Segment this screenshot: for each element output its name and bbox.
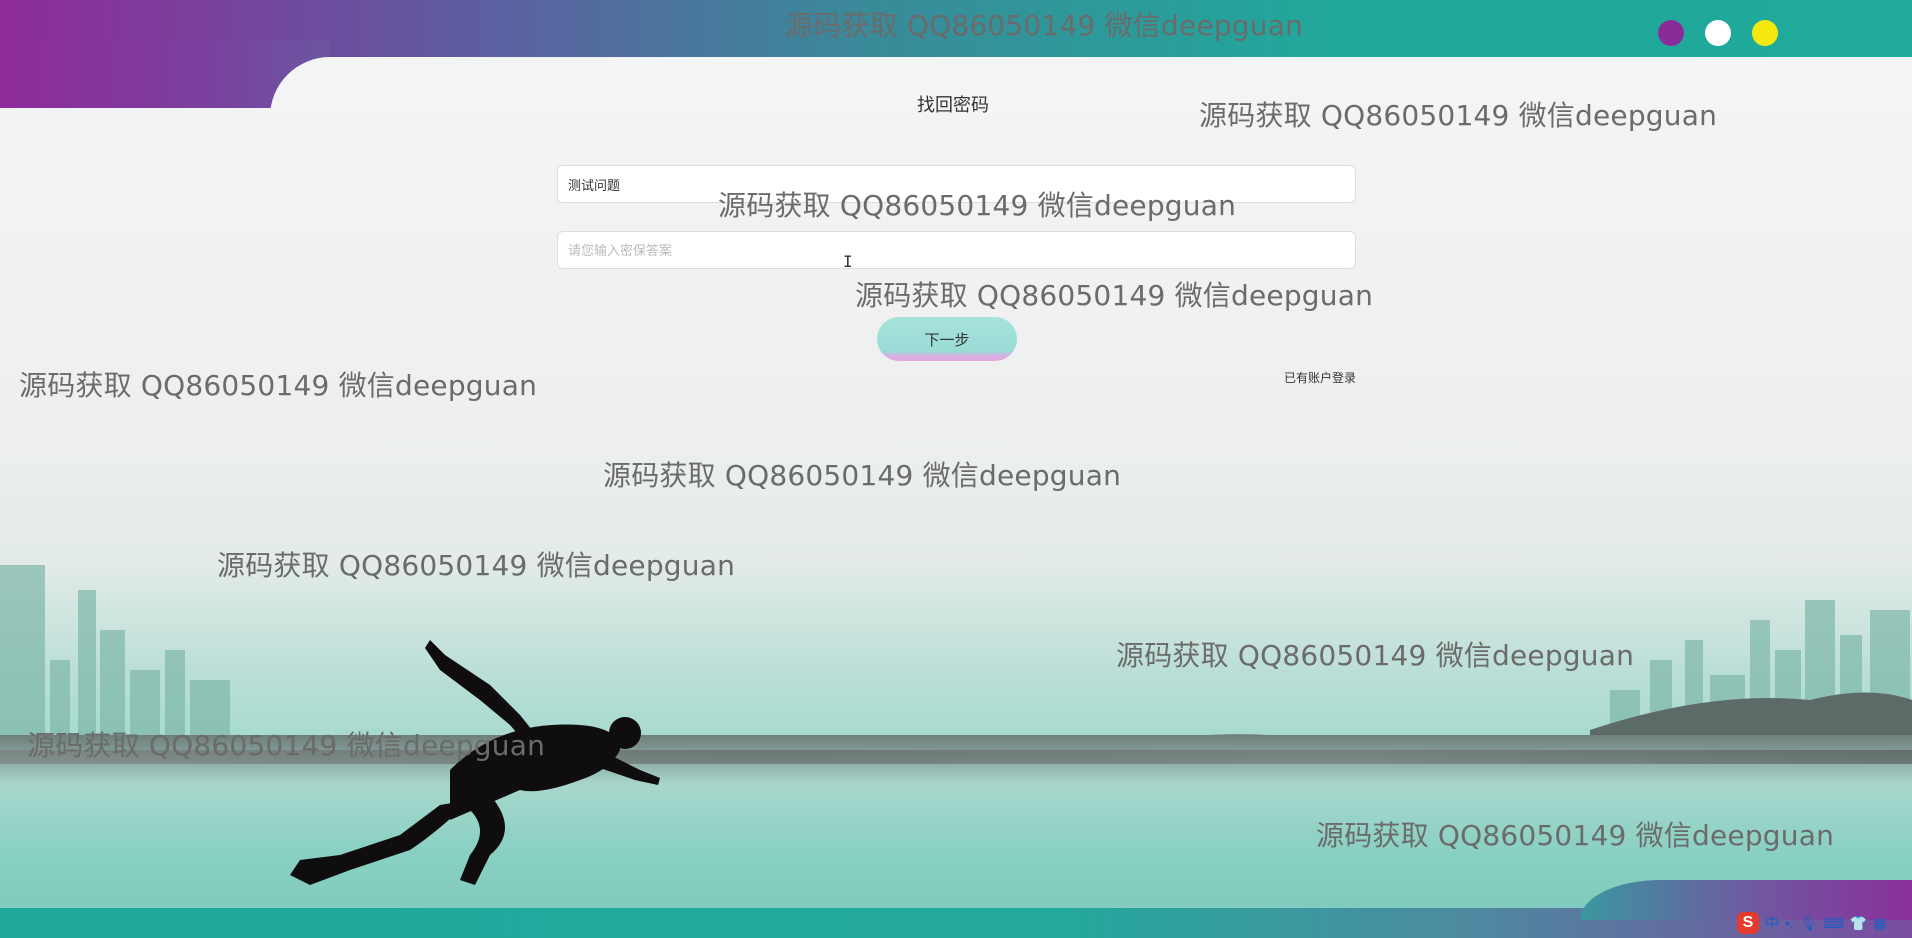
keyboard-icon[interactable]: ⌨: [1824, 915, 1844, 932]
ime-language-toggle[interactable]: 中: [1765, 913, 1779, 933]
login-page: 找回密码 I 下一步 已有账户登录 源码获取 QQ86050149 微信deep…: [0, 0, 1912, 938]
page-title: 找回密码: [917, 95, 989, 115]
shoreline: [0, 750, 1912, 764]
ime-logo-icon[interactable]: S: [1737, 912, 1759, 934]
skin-icon[interactable]: 👕: [1850, 915, 1867, 932]
next-step-button[interactable]: 下一步: [877, 317, 1017, 361]
microphone-icon[interactable]: 🎙: [1800, 915, 1818, 932]
theme-dot-yellow[interactable]: [1752, 20, 1778, 46]
toolbox-icon[interactable]: ▦: [1873, 915, 1886, 932]
ime-toolbar[interactable]: S 中 •, 🎙 ⌨ 👕 ▦: [1737, 908, 1886, 938]
top-banner-curve: [270, 57, 1912, 117]
security-answer-input[interactable]: [557, 231, 1356, 269]
theme-dot-white[interactable]: [1705, 20, 1731, 46]
theme-dot-purple[interactable]: [1658, 20, 1684, 46]
existing-account-login-link[interactable]: 已有账户登录: [1284, 369, 1356, 386]
city-skyline-left: [0, 565, 230, 755]
security-question-field[interactable]: [557, 165, 1356, 203]
city-skyline-right: [1590, 600, 1912, 750]
runner-silhouette: [290, 640, 660, 885]
text-cursor-icon: I: [843, 252, 853, 271]
punctuation-icon[interactable]: •,: [1785, 915, 1794, 931]
